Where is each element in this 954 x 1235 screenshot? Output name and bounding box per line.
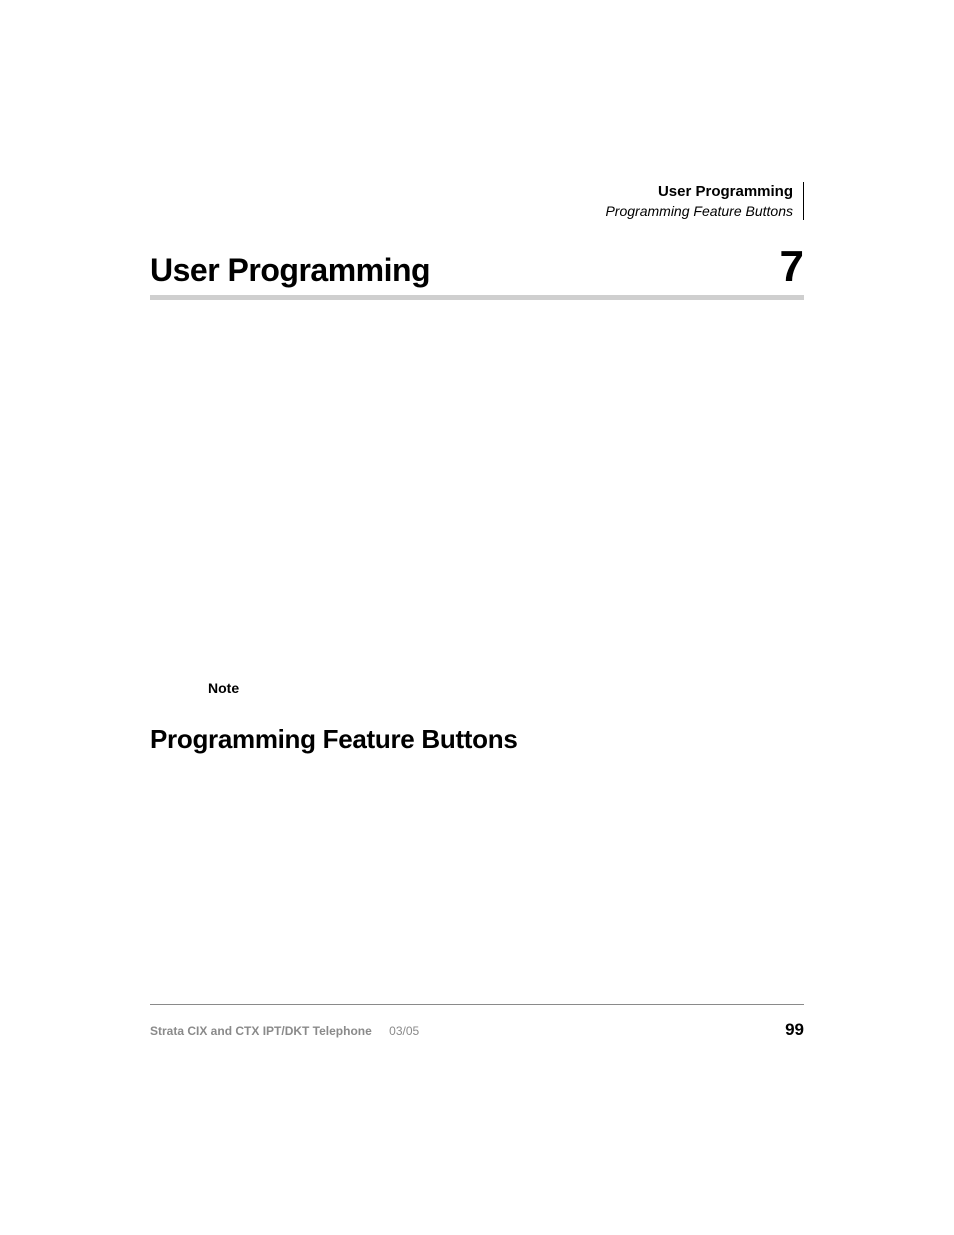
document-page: User Programming Programming Feature But… xyxy=(0,0,954,1235)
chapter-heading: User Programming 7 xyxy=(150,245,804,300)
running-header-subtitle: Programming Feature Buttons xyxy=(605,202,793,220)
running-header-title: User Programming xyxy=(605,182,793,202)
footer-doc-info: Strata CIX and CTX IPT/DKT Telephone 03/… xyxy=(150,1024,419,1038)
running-header: User Programming Programming Feature But… xyxy=(605,182,804,220)
section-heading: Programming Feature Buttons xyxy=(150,724,518,755)
footer-page-number: 99 xyxy=(785,1020,804,1040)
footer-rule xyxy=(150,1004,804,1005)
page-footer: Strata CIX and CTX IPT/DKT Telephone 03/… xyxy=(150,1020,804,1040)
note-label: Note xyxy=(208,680,239,696)
chapter-number: 7 xyxy=(780,245,804,289)
footer-doc-title: Strata CIX and CTX IPT/DKT Telephone xyxy=(150,1024,372,1038)
footer-date: 03/05 xyxy=(389,1024,419,1038)
chapter-title: User Programming xyxy=(150,252,430,289)
